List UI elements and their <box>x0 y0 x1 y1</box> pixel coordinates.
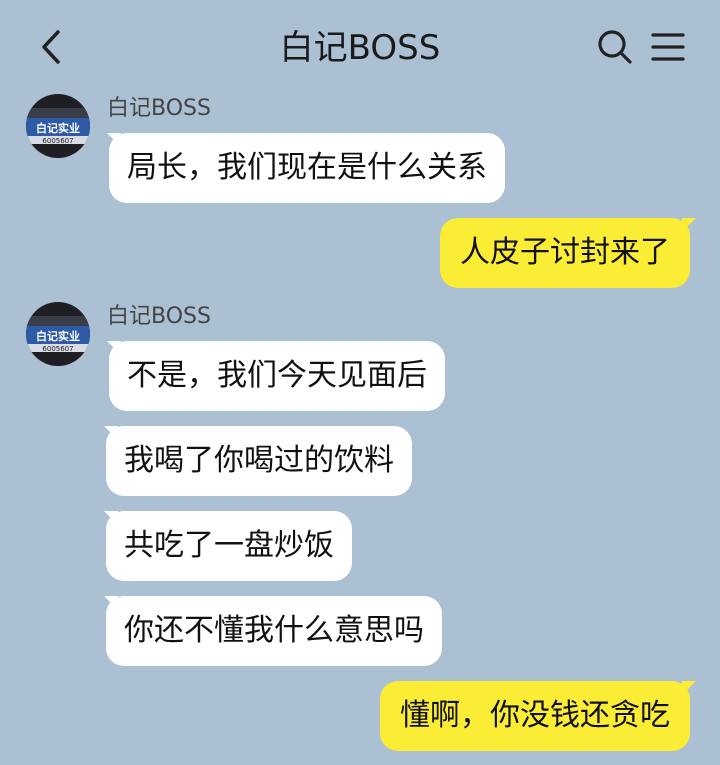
sender-name: 白记BOSS <box>107 304 211 329</box>
message-bubble[interactable]: 共吃了一盘炒饭 <box>104 511 352 581</box>
sender-name: 白记BOSS <box>107 96 211 121</box>
avatar-image: 白记实业 6005607 <box>26 94 90 158</box>
menu-button[interactable] <box>650 30 686 64</box>
message-bubble-outgoing[interactable]: 懂啊，你没钱还贪吃 <box>380 681 696 751</box>
svg-text:白记实业: 白记实业 <box>36 329 80 343</box>
chevron-left-icon <box>42 30 60 64</box>
avatar[interactable]: 白记实业 6005607 <box>26 302 90 366</box>
back-button[interactable] <box>34 26 70 68</box>
message-bubble[interactable]: 你还不懂我什么意思吗 <box>104 596 442 666</box>
message-bubble[interactable]: 我喝了你喝过的饮料 <box>104 426 412 496</box>
message-bubble-outgoing[interactable]: 人皮子讨封来了 <box>440 218 696 288</box>
svg-text:白记实业: 白记实业 <box>36 121 80 135</box>
message-bubble[interactable]: 不是，我们今天见面后 <box>107 341 445 411</box>
avatar-image: 白记实业 6005607 <box>26 302 90 366</box>
svg-text:6005607: 6005607 <box>42 345 73 353</box>
avatar[interactable]: 白记实业 6005607 <box>26 94 90 158</box>
message-bubble[interactable]: 局长，我们现在是什么关系 <box>107 133 505 203</box>
menu-icon <box>651 33 685 61</box>
chat-header: 白记BOSS <box>0 0 720 95</box>
search-button[interactable] <box>596 28 634 66</box>
search-icon <box>598 30 632 64</box>
svg-text:6005607: 6005607 <box>42 137 73 145</box>
